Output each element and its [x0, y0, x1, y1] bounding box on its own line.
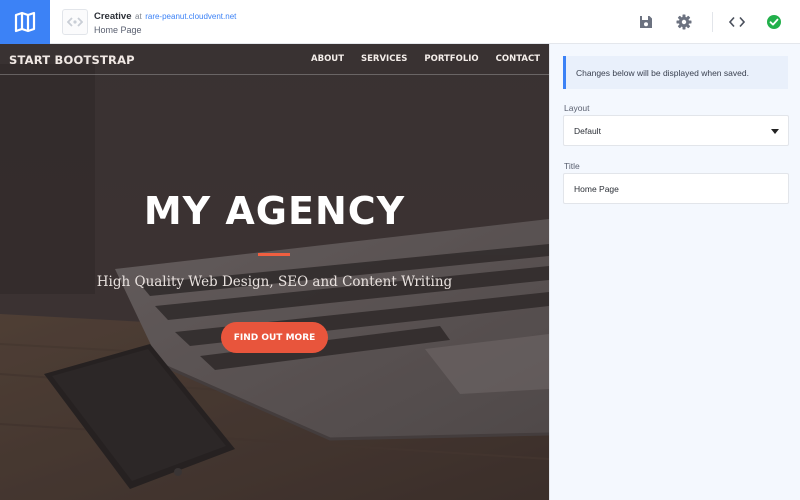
preview-brand[interactable]: START BOOTSTRAP	[9, 53, 135, 67]
top-bar: Creative at rare-peanut.cloudvent.net Ho…	[0, 0, 800, 44]
caret-down-icon	[771, 129, 779, 134]
preview-navbar: START BOOTSTRAP ABOUT SERVICES PORTFOLIO…	[0, 44, 549, 75]
toolbar-divider	[712, 12, 713, 32]
source-view-button[interactable]	[727, 12, 747, 32]
gear-icon	[676, 14, 692, 30]
save-button[interactable]	[636, 12, 656, 32]
hero-background-image	[0, 44, 549, 500]
preview-nav-links: ABOUT SERVICES PORTFOLIO CONTACT	[311, 54, 540, 64]
code-view-icon	[729, 16, 745, 28]
find-out-more-button[interactable]: FIND OUT MORE	[221, 322, 328, 353]
layout-select[interactable]: Default	[563, 115, 789, 146]
map-icon	[14, 11, 36, 33]
settings-button[interactable]	[674, 12, 694, 32]
site-info: Creative at rare-peanut.cloudvent.net Ho…	[94, 10, 236, 36]
save-notice: Changes below will be displayed when sav…	[563, 56, 788, 89]
layout-select-value: Default	[574, 126, 601, 136]
app-logo[interactable]	[0, 0, 50, 44]
title-label: Title	[564, 161, 580, 171]
save-icon	[640, 16, 652, 28]
hero-subtitle[interactable]: High Quality Web Design, SEO and Content…	[0, 274, 549, 290]
nav-link-portfolio[interactable]: PORTFOLIO	[424, 54, 478, 64]
site-domain-link[interactable]: rare-peanut.cloudvent.net	[145, 12, 236, 21]
checkmark-icon	[767, 15, 781, 29]
publish-status-button[interactable]	[764, 12, 784, 32]
nav-link-about[interactable]: ABOUT	[311, 54, 344, 64]
properties-panel: Changes below will be displayed when sav…	[549, 44, 800, 500]
nav-link-services[interactable]: SERVICES	[361, 54, 407, 64]
hero-title[interactable]: MY AGENCY	[0, 189, 549, 233]
nav-link-contact[interactable]: CONTACT	[496, 54, 540, 64]
title-input[interactable]	[563, 173, 789, 204]
site-thumbnail[interactable]	[62, 9, 88, 35]
site-preview[interactable]: START BOOTSTRAP ABOUT SERVICES PORTFOLIO…	[0, 44, 549, 500]
site-name: Creative	[94, 11, 132, 22]
hero-divider	[258, 253, 290, 256]
code-brackets-icon	[67, 17, 83, 27]
site-at: at	[135, 12, 142, 21]
layout-label: Layout	[564, 103, 590, 113]
current-page-name: Home Page	[94, 25, 142, 35]
